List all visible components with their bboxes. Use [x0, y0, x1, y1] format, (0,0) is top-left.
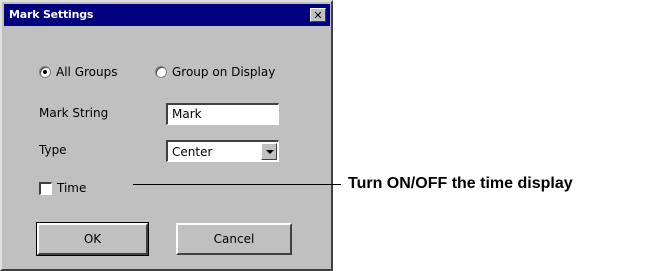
- close-button[interactable]: ✕: [310, 8, 326, 22]
- mark-string-label: Mark String: [39, 106, 109, 120]
- cancel-button[interactable]: Cancel: [176, 223, 292, 255]
- ok-button[interactable]: OK: [36, 222, 149, 256]
- dropdown-arrow-icon[interactable]: [261, 143, 277, 160]
- time-label[interactable]: Time: [57, 181, 86, 195]
- close-icon: ✕: [313, 8, 323, 22]
- group-on-display-radio[interactable]: [155, 66, 167, 78]
- group-on-display-label[interactable]: Group on Display: [172, 65, 275, 79]
- type-label: Type: [39, 143, 67, 157]
- all-groups-label[interactable]: All Groups: [56, 65, 117, 79]
- title-bar[interactable]: Mark Settings ✕: [4, 4, 330, 26]
- type-select[interactable]: Center: [166, 140, 279, 162]
- dialog-title: Mark Settings: [9, 8, 94, 21]
- all-groups-radio[interactable]: [39, 66, 51, 78]
- time-checkbox[interactable]: [39, 182, 52, 195]
- annotation-leader-line: [133, 184, 341, 185]
- radio-selected-dot: [43, 70, 47, 74]
- mark-settings-dialog: Mark Settings ✕ All Groups Group on Disp…: [0, 0, 333, 271]
- annotation-caption: Turn ON/OFF the time display: [348, 175, 573, 192]
- type-selected-value: Center: [172, 145, 213, 159]
- mark-string-input[interactable]: Mark: [166, 103, 279, 125]
